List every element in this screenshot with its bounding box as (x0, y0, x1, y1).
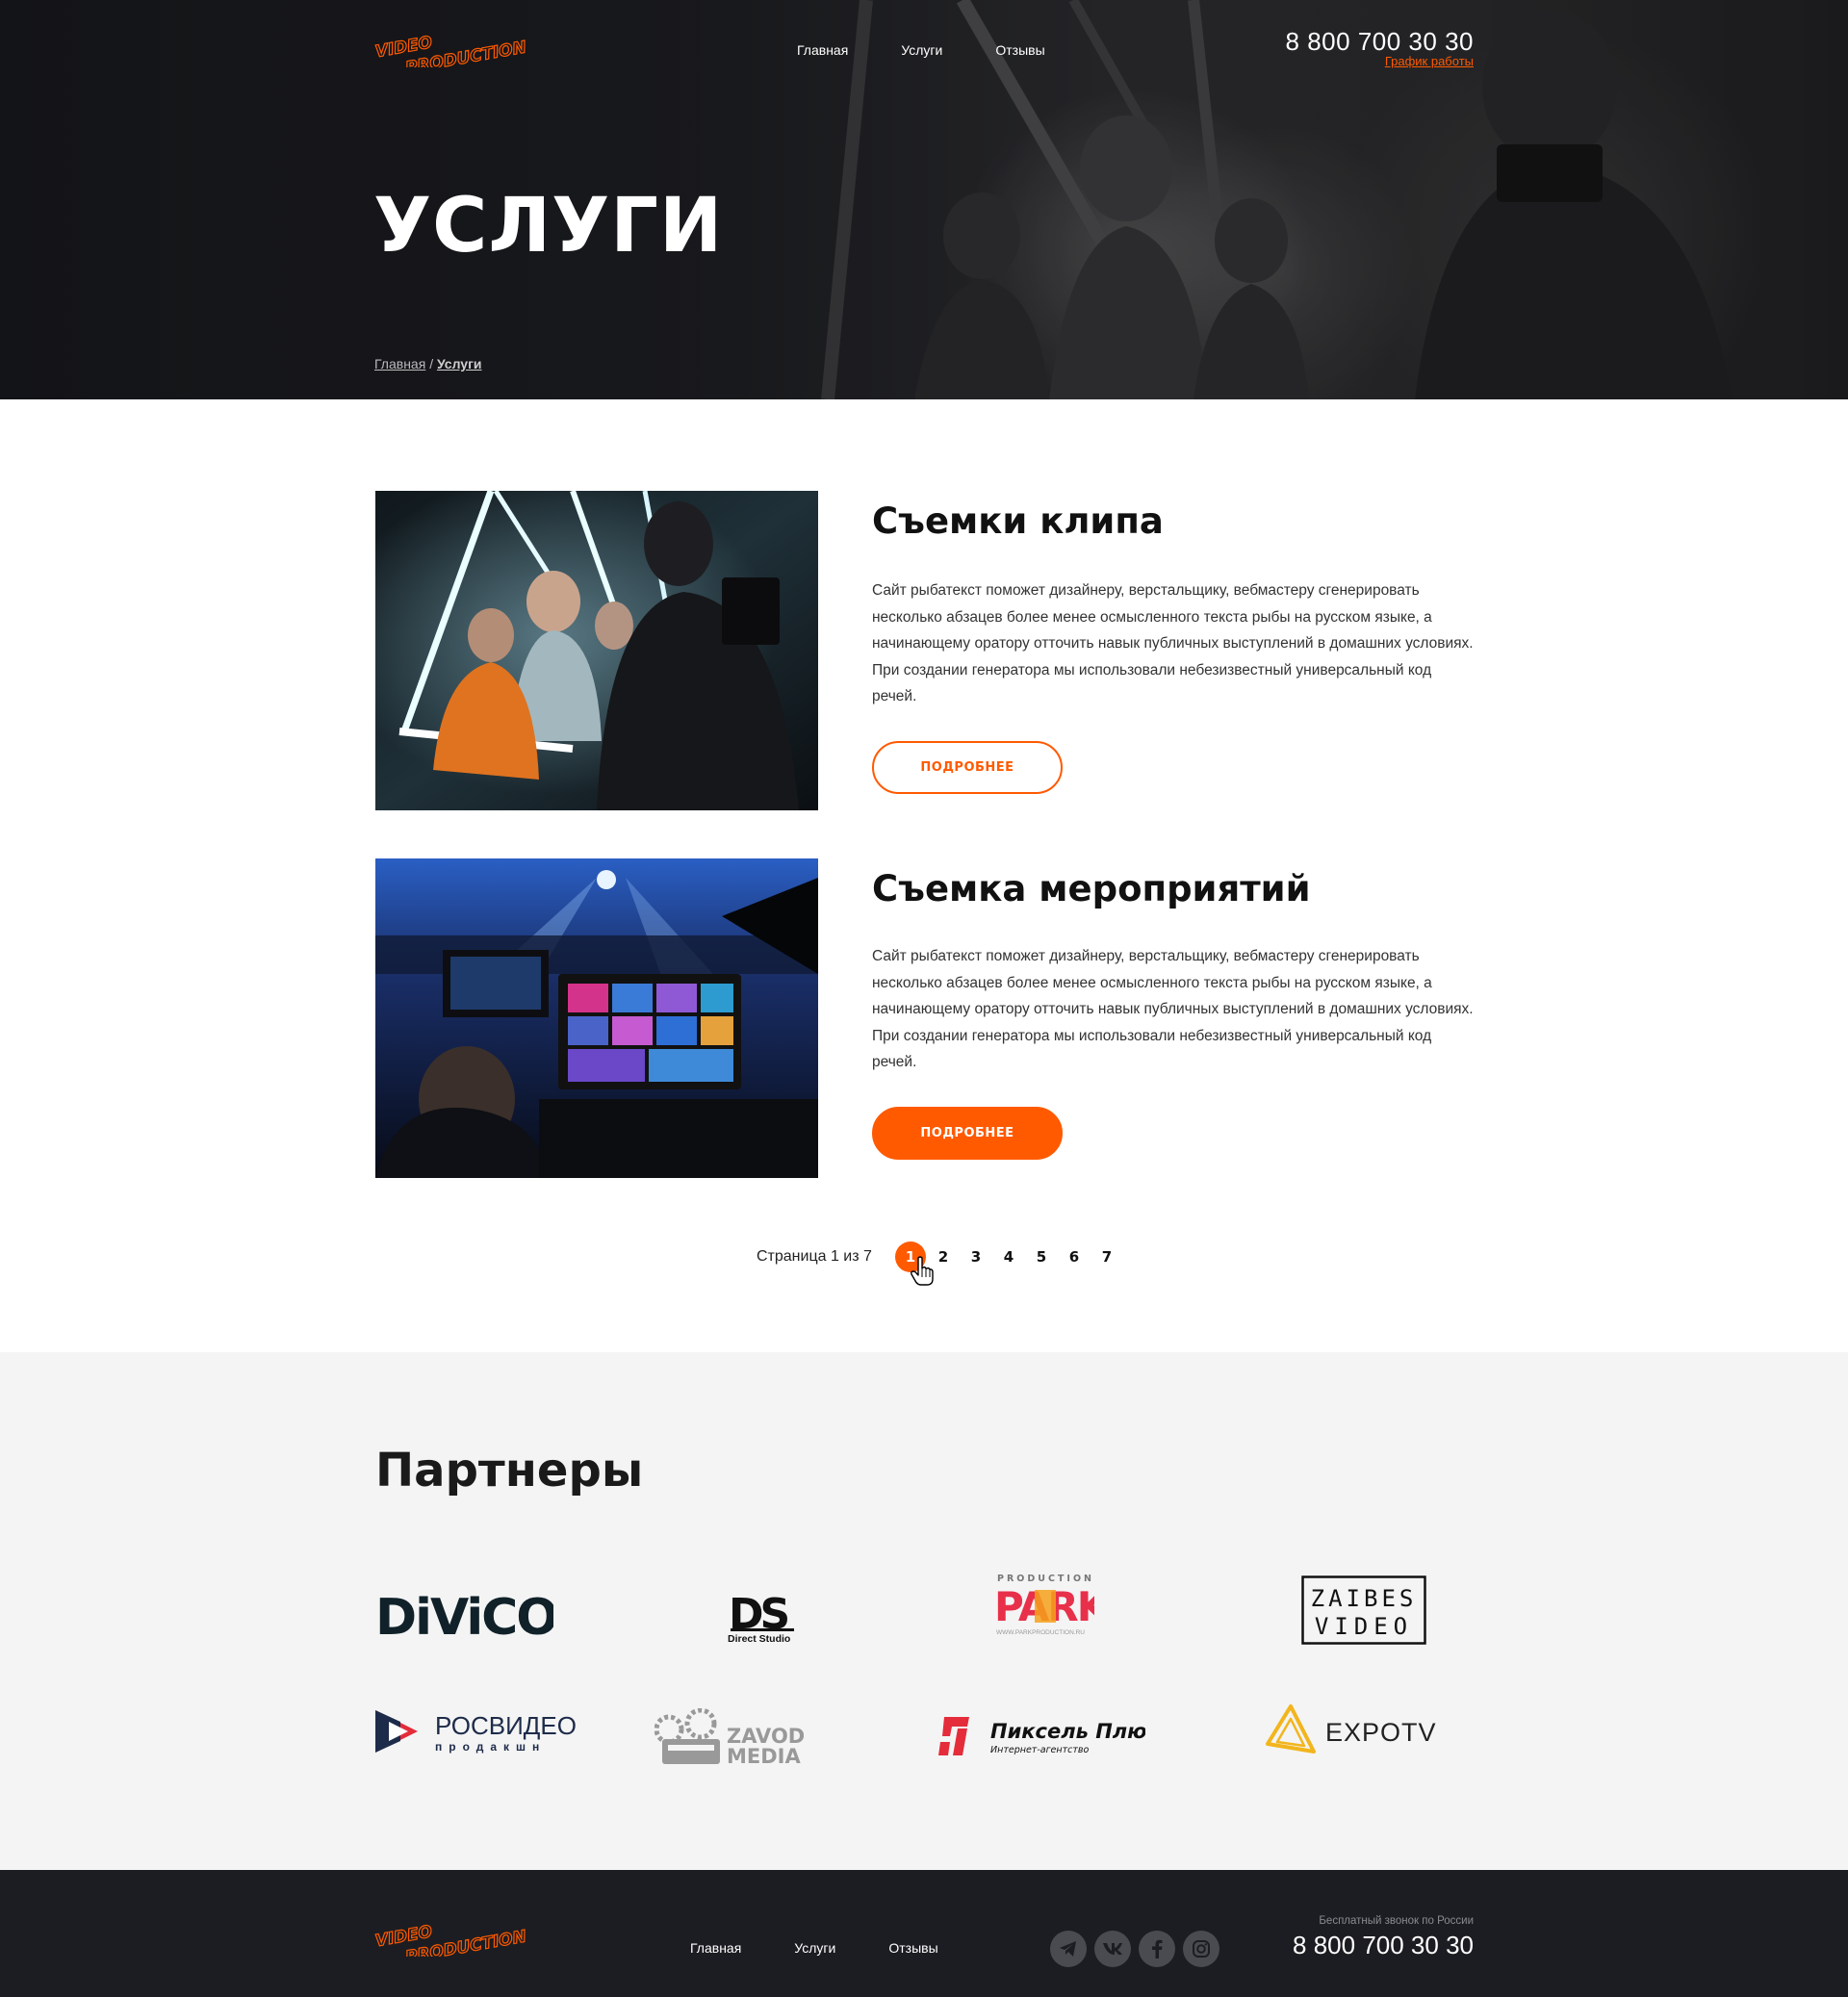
breadcrumb-home-link[interactable]: Главная (374, 356, 425, 371)
service-card: Съемка мероприятий Сайт рыбатекст поможе… (375, 858, 1474, 1178)
svg-text:Пиксель Плюс: Пиксель Плюс (990, 1720, 1145, 1743)
breadcrumb-current: Услуги (436, 356, 482, 371)
svg-text:MEDIA: MEDIA (727, 1745, 801, 1768)
svg-text:ZAIBES: ZAIBES (1311, 1585, 1418, 1612)
svg-text:DS: DS (729, 1590, 788, 1639)
partner-logo-divico[interactable]: DiViCO (375, 1588, 553, 1646)
footer-phone[interactable]: 8 800 700 30 30 (1293, 1931, 1474, 1960)
footer-brand-logo[interactable]: VIDEO PRODUCTION (373, 1908, 570, 1957)
partner-logo-production-park[interactable]: PRODUCTION PARK WWW.PARKPRODUCTION.RU (994, 1569, 1094, 1646)
service-description: Сайт рыбатекст поможет дизайнеру, верста… (872, 948, 1474, 1070)
partner-logo-rosvideo[interactable]: РОСВИДЕО продакшн (375, 1708, 578, 1756)
service-photo-clip[interactable] (375, 491, 818, 810)
page-7-button[interactable]: 7 (1091, 1242, 1122, 1272)
partner-logo-direct-studio[interactable]: DS Direct Studio (727, 1586, 799, 1646)
facebook-icon[interactable] (1139, 1931, 1175, 1967)
footer-nav: Главная Услуги Отзывы (690, 1940, 938, 1956)
svg-text:VIDEO: VIDEO (1315, 1613, 1413, 1640)
details-button[interactable]: ПОДРОБНЕЕ (872, 1107, 1063, 1160)
page-6-button[interactable]: 6 (1059, 1242, 1090, 1272)
footer-nav-home-link[interactable]: Главная (690, 1940, 741, 1956)
main-nav: Главная Услуги Отзывы (797, 42, 1045, 58)
brand-logo[interactable]: VIDEO PRODUCTION (373, 19, 570, 67)
instagram-icon[interactable] (1183, 1931, 1219, 1967)
header-phone[interactable]: 8 800 700 30 30 (1286, 27, 1474, 57)
page-3-button[interactable]: 3 (961, 1242, 991, 1272)
svg-text:продакшн: продакшн (435, 1740, 546, 1754)
svg-text:EXPOTV: EXPOTV (1325, 1718, 1437, 1747)
breadcrumb-separator: / (429, 356, 434, 371)
nav-reviews-link[interactable]: Отзывы (995, 42, 1044, 58)
footer: VIDEO PRODUCTION Главная Услуги Отзывы Б… (0, 1870, 1848, 1997)
details-button[interactable]: ПОДРОБНЕЕ (872, 741, 1063, 794)
footer-contacts: Бесплатный звонок по России 8 800 700 30… (1293, 1915, 1474, 1960)
service-title: Съемки клипа (872, 500, 1164, 542)
partner-logo-zavod-media[interactable]: ZAVOD MEDIA (654, 1708, 804, 1768)
breadcrumb: Главная / Услуги (374, 356, 482, 371)
page-title: УСЛУГИ (373, 183, 724, 269)
service-card: Съемки клипа Сайт рыбатекст поможет диза… (375, 491, 1474, 810)
telegram-icon[interactable] (1050, 1931, 1087, 1967)
header-contacts: 8 800 700 30 30 График работы (1286, 27, 1474, 68)
hero-section: VIDEO PRODUCTION Главная Услуги Отзывы 8… (0, 0, 1848, 399)
page-4-button[interactable]: 4 (993, 1242, 1024, 1272)
page-5-button[interactable]: 5 (1026, 1242, 1057, 1272)
partners-title: Партнеры (375, 1444, 644, 1498)
hand-cursor-icon (911, 1256, 934, 1286)
service-description: Сайт рыбатекст поможет дизайнеру, верста… (872, 582, 1474, 704)
pagination: Страница 1 из 7 1 2 3 4 5 6 7 (757, 1242, 1124, 1272)
hero-background-image (0, 0, 1848, 399)
nav-services-link[interactable]: Услуги (901, 42, 942, 58)
partner-logo-zaibes-video[interactable]: ZAIBES VIDEO (1301, 1575, 1426, 1645)
service-title: Съемка мероприятий (872, 868, 1311, 909)
svg-text:DiViCO: DiViCO (375, 1589, 553, 1646)
svg-text:Интернет-агентство: Интернет-агентство (990, 1745, 1090, 1755)
partners-section: Партнеры DiViCO DS Direct Studio PRODUCT… (0, 1352, 1848, 1870)
svg-text:Direct Studio: Direct Studio (728, 1633, 790, 1645)
footer-nav-services-link[interactable]: Услуги (794, 1940, 835, 1956)
vk-icon[interactable] (1094, 1931, 1131, 1967)
social-links (1050, 1931, 1219, 1967)
partner-logo-pixel-plus[interactable]: Пиксель Плюс Интернет-агентство (938, 1713, 1145, 1761)
footer-nav-reviews-link[interactable]: Отзывы (888, 1940, 937, 1956)
free-call-caption: Бесплатный звонок по России (1319, 1915, 1474, 1927)
partner-logo-expotv[interactable]: EXPOTV (1266, 1703, 1439, 1761)
svg-text:WWW.PARKPRODUCTION.RU: WWW.PARKPRODUCTION.RU (996, 1629, 1085, 1636)
svg-text:РОСВИДЕО: РОСВИДЕО (435, 1711, 577, 1740)
nav-home-link[interactable]: Главная (797, 42, 848, 58)
pagination-label: Страница 1 из 7 (757, 1248, 872, 1265)
service-photo-event[interactable] (375, 858, 818, 1178)
